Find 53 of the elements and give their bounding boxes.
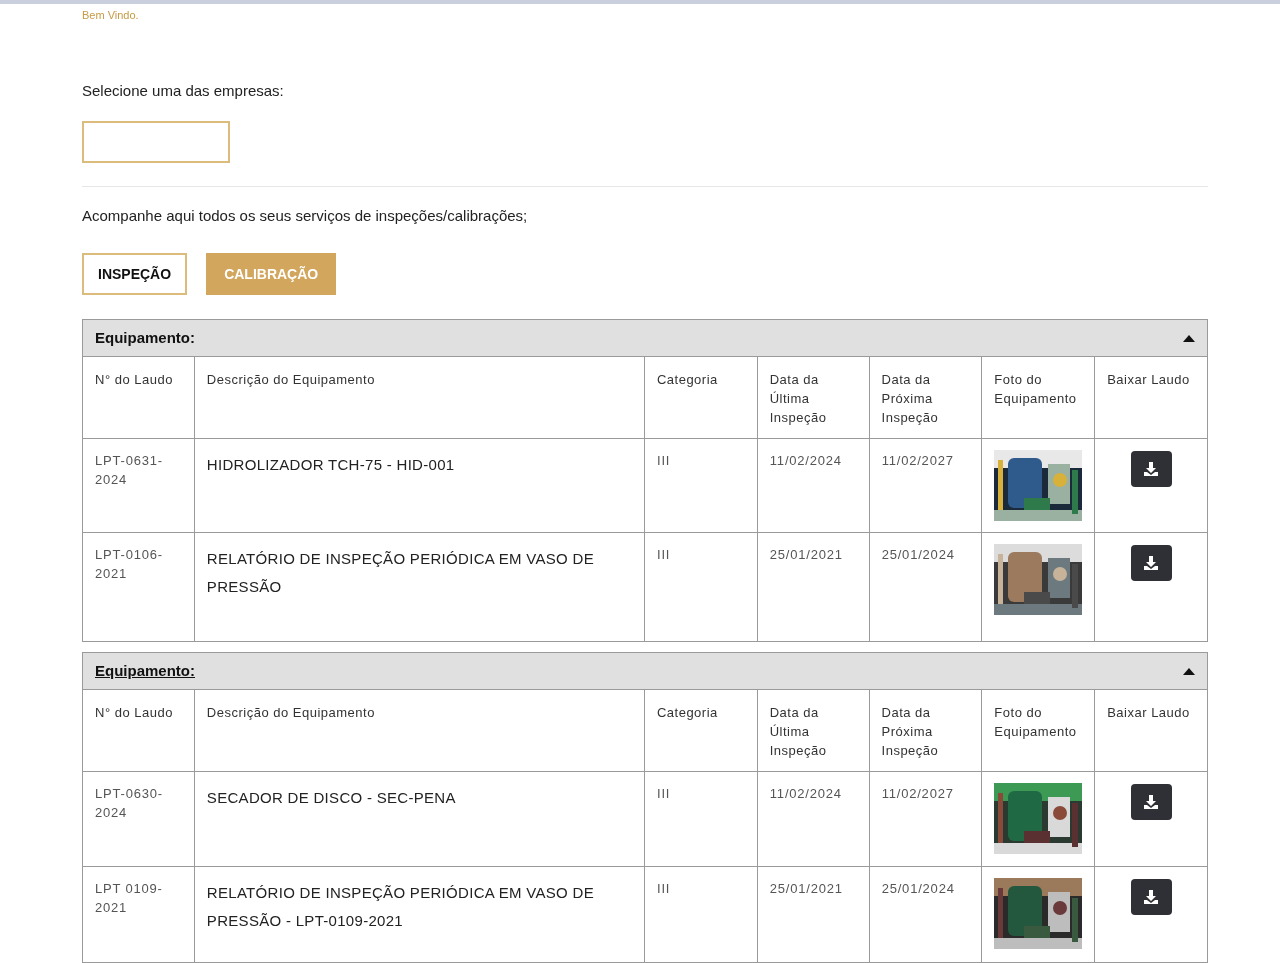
description-cell: HIDROLIZADOR TCH-75 - HID-001 [206,456,455,473]
column-header: N° do Laudo [95,372,173,387]
collapse-caret-icon[interactable] [1183,667,1195,675]
category-cell: III [656,881,671,896]
column-header: Data da Última Inspeção [769,705,827,758]
group-header[interactable]: Equipamento: [83,653,1207,690]
report-number-cell: LPT-0630-2024 [95,786,163,820]
column-header: Categoria [656,372,718,387]
column-header: Baixar Laudo [1107,372,1190,387]
next-inspection-cell: 25/01/2024 [881,547,955,562]
welcome-text: Bem Vindo. [82,8,139,22]
last-inspection-cell: 11/02/2024 [769,453,842,468]
next-inspection-cell: 11/02/2027 [881,786,954,801]
download-button[interactable] [1130,879,1172,915]
category-cell: III [656,786,671,801]
column-header: Data da Próxima Inspeção [881,372,939,425]
group-header[interactable]: Equipamento: [83,320,1207,357]
report-number-cell: LPT-0631-2024 [95,453,163,487]
download-button[interactable] [1130,451,1172,487]
last-inspection-cell: 25/01/2021 [769,547,843,562]
download-icon [1143,555,1160,571]
column-header: Data da Última Inspeção [769,372,827,425]
group-title: Equipamento: [95,327,195,348]
download-button[interactable] [1130,784,1172,820]
last-inspection-cell: 25/01/2021 [769,881,843,896]
column-header: Foto do Equipamento [994,705,1077,739]
column-header: Categoria [656,705,718,720]
column-header: Foto do Equipamento [994,372,1077,406]
last-inspection-cell: 11/02/2024 [769,786,842,801]
report-number-cell: LPT-0106-2021 [95,547,163,581]
next-inspection-cell: 25/01/2024 [881,881,955,896]
download-icon [1143,461,1160,477]
description-cell: RELATÓRIO DE INSPEÇÃO PERIÓDICA EM VASO DE PRESSÃO - LPT-0109-2021 [206,884,594,929]
company-select-label: Selecione uma das empresas: [82,81,284,101]
download-button[interactable] [1130,545,1172,581]
report-number-cell: LPT 0109-2021 [95,881,163,915]
company-select-field[interactable] [82,120,230,163]
category-cell: III [656,453,671,468]
column-header: Data da Próxima Inspeção [881,705,939,758]
download-icon [1143,889,1160,905]
column-header: Descrição do Equipamento [206,372,375,387]
tab[interactable]: INSPEÇÃO [82,253,188,295]
next-inspection-cell: 11/02/2027 [881,453,954,468]
download-icon [1143,794,1160,810]
collapse-caret-icon[interactable] [1183,334,1195,342]
column-header: Baixar Laudo [1107,705,1190,720]
column-header: N° do Laudo [95,705,173,720]
group-title: Equipamento: [95,660,195,681]
column-header: Descrição do Equipamento [206,705,375,720]
description-cell: RELATÓRIO DE INSPEÇÃO PERIÓDICA EM VASO DE PRESSÃO [206,550,594,595]
description-cell: SECADOR DE DISCO - SEC-PENA [206,789,456,806]
category-cell: III [656,547,671,562]
intro-text: Acompanhe aqui todos os seus serviços de inspeções/calibrações; [82,205,528,226]
